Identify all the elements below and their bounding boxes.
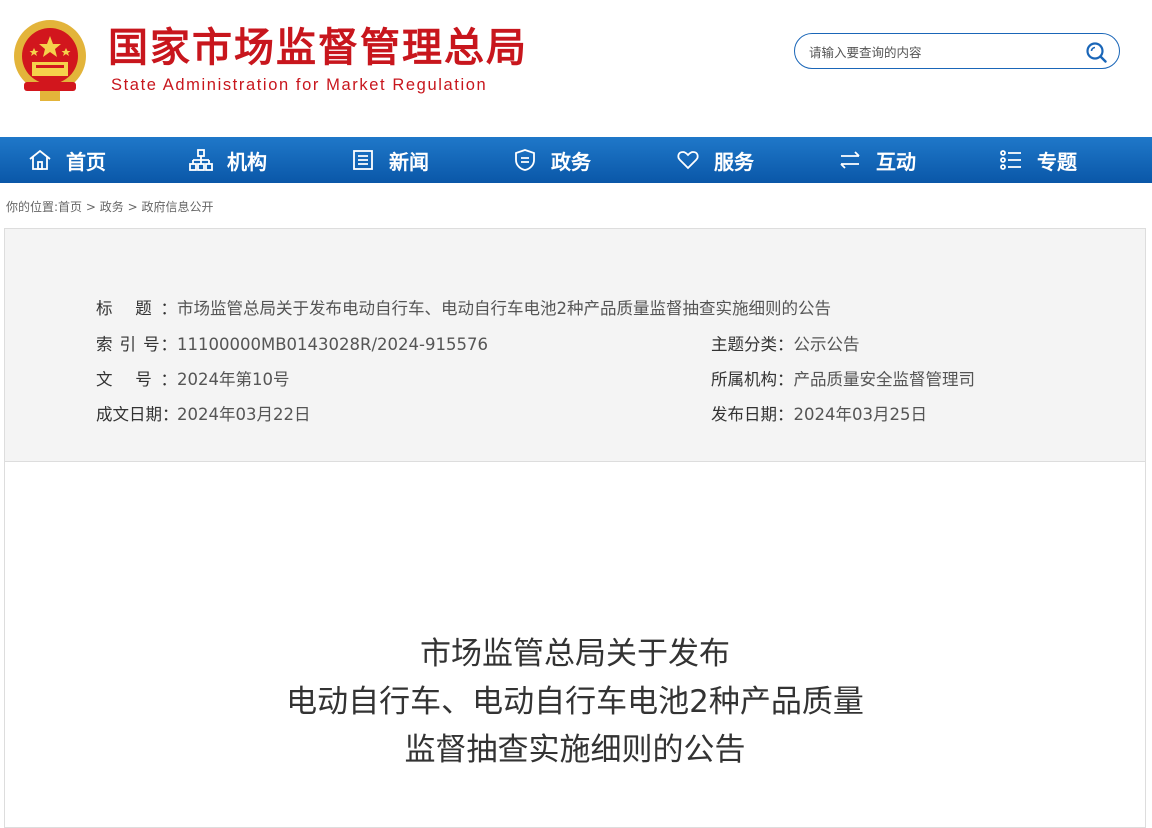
meta-title-label: 标 题：	[96, 299, 177, 318]
meta-title-row: 标 题：市场监管总局关于发布电动自行车、电动自行车电池2种产品质量监督抽查实施细…	[96, 297, 831, 321]
nav-item-news[interactable]: 新闻	[351, 137, 429, 183]
nav-label-interact: 互动	[876, 149, 916, 174]
document-metadata: 标 题：市场监管总局关于发布电动自行车、电动自行车电池2种产品质量监督抽查实施细…	[5, 229, 1145, 462]
nav-label-org: 机构	[227, 149, 267, 174]
meta-index-label: 索 引 号：	[96, 335, 177, 354]
nav-item-org[interactable]: 机构	[189, 137, 267, 183]
meta-published-value: 2024年03月25日	[793, 405, 927, 424]
nav-item-topics[interactable]: 专题	[999, 137, 1077, 183]
breadcrumb-link-info[interactable]: 政府信息公开	[142, 200, 214, 214]
nav-label-gov: 政务	[551, 149, 591, 174]
breadcrumb-prefix: 你的位置:	[6, 200, 59, 214]
meta-published-label: 发布日期：	[711, 405, 794, 424]
breadcrumb-link-home[interactable]: 首页	[58, 200, 82, 214]
search-box	[794, 33, 1120, 69]
document-title-line-2: 电动自行车、电动自行车电池2种产品质量	[286, 684, 864, 720]
breadcrumb-separator: >	[85, 200, 96, 214]
nav-label-news: 新闻	[389, 149, 429, 174]
site-header: 国家市场监督管理总局 State Administration for Mark…	[0, 0, 1152, 137]
meta-docno-row: 文 号：2024年第10号	[96, 368, 290, 392]
breadcrumb: 你的位置:首页 > 政务 > 政府信息公开	[6, 198, 214, 215]
meta-docno-value: 2024年第10号	[177, 370, 290, 389]
list-icon	[1000, 150, 1021, 170]
org-name-en: State Administration for Market Regulati…	[111, 76, 488, 94]
nav-item-gov[interactable]: 政务	[513, 137, 591, 183]
national-emblem-icon[interactable]	[10, 18, 90, 102]
nav-label-service: 服务	[714, 149, 754, 174]
breadcrumb-separator: >	[127, 200, 138, 214]
meta-written-value: 2024年03月22日	[177, 405, 311, 424]
nav-item-interact[interactable]: 互动	[838, 137, 916, 183]
breadcrumb-link-gov[interactable]: 政务	[100, 200, 124, 214]
heart-icon	[677, 151, 699, 170]
meta-written-label: 成文日期：	[96, 405, 179, 424]
meta-index-value: 11100000MB0143028R/2024-915576	[177, 335, 488, 354]
org-chart-icon	[189, 149, 213, 171]
meta-docno-label: 文 号：	[96, 370, 177, 389]
meta-written-row: 成文日期：2024年03月22日	[96, 403, 310, 427]
document-title-line-1: 市场监管总局关于发布	[420, 636, 730, 672]
article-container: 标 题：市场监管总局关于发布电动自行车、电动自行车电池2种产品质量监督抽查实施细…	[4, 228, 1146, 828]
nav-label-home: 首页	[66, 149, 106, 174]
shield-icon	[515, 149, 535, 171]
exchange-icon	[840, 151, 860, 169]
meta-dept-label: 所属机构：	[711, 370, 794, 389]
meta-published-row: 发布日期：2024年03月25日	[711, 403, 927, 427]
nav-item-service[interactable]: 服务	[676, 137, 754, 183]
home-icon	[29, 149, 51, 170]
document-title-line-3: 监督抽查实施细则的公告	[404, 732, 746, 768]
search-icon[interactable]	[1085, 41, 1107, 63]
meta-index-row: 索 引 号：11100000MB0143028R/2024-915576	[96, 333, 488, 357]
main-nav: 首页 机构 新闻 政务 服务 互动 专题	[0, 137, 1152, 183]
nav-label-topics: 专题	[1037, 149, 1077, 174]
nav-item-home[interactable]: 首页	[28, 137, 106, 183]
news-icon	[353, 150, 373, 170]
meta-topic-value: 公示公告	[793, 335, 860, 354]
meta-title-value: 市场监管总局关于发布电动自行车、电动自行车电池2种产品质量监督抽查实施细则的公告	[177, 299, 831, 318]
search-input[interactable]	[807, 40, 1071, 64]
meta-dept-value: 产品质量安全监督管理司	[793, 370, 976, 389]
meta-topic-label: 主题分类：	[711, 335, 794, 354]
meta-topic-row: 主题分类：公示公告	[711, 333, 860, 357]
org-name-cn: 国家市场监督管理总局	[108, 25, 528, 71]
meta-dept-row: 所属机构：产品质量安全监督管理司	[711, 368, 975, 392]
